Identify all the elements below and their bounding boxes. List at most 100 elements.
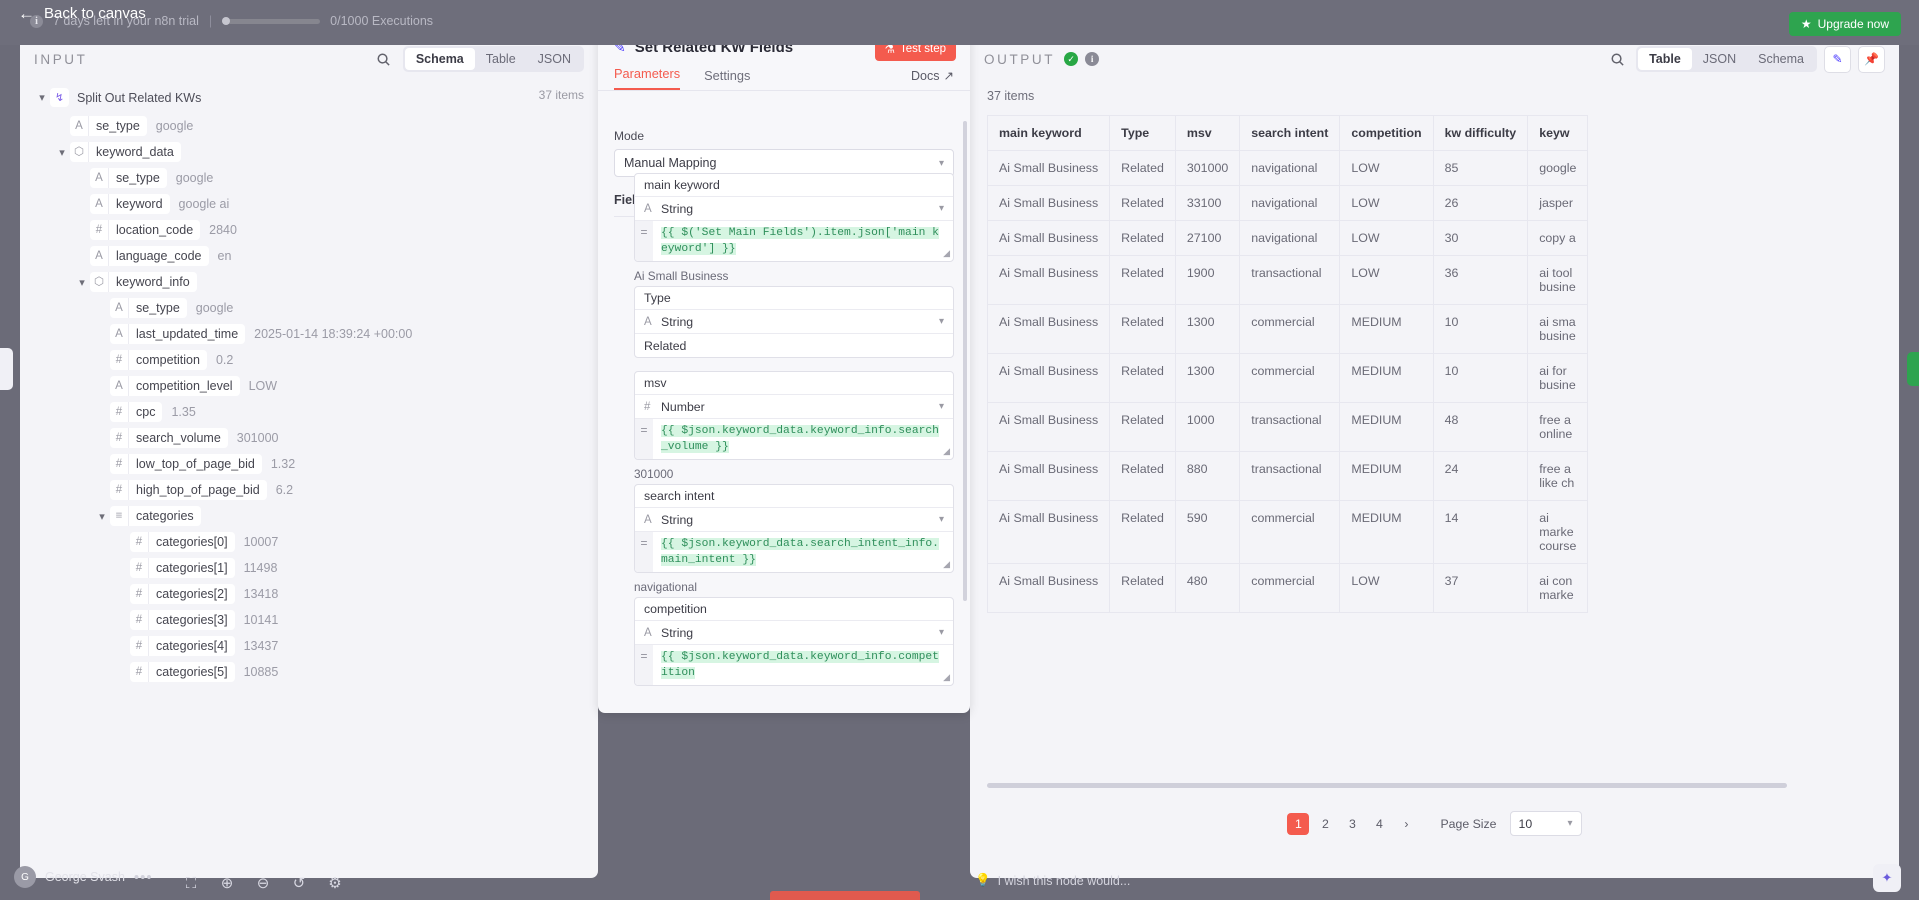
tab-settings[interactable]: Settings bbox=[704, 68, 750, 90]
ai-assistant-button[interactable]: ✦ bbox=[1873, 864, 1901, 892]
field-type-select[interactable]: A String ▾ bbox=[635, 197, 953, 221]
field-value-input[interactable]: Related bbox=[635, 334, 953, 357]
edit-output-button[interactable]: ✎ bbox=[1824, 45, 1851, 73]
search-icon[interactable] bbox=[1604, 46, 1630, 72]
right-panel-handle[interactable] bbox=[1907, 352, 1919, 386]
search-icon[interactable] bbox=[371, 46, 397, 72]
schema-row[interactable]: Ase_type google bbox=[34, 295, 584, 321]
schema-row[interactable]: # low_top_of_page_bid 1.32 bbox=[34, 451, 584, 477]
schema-field-pill[interactable]: # low_top_of_page_bid bbox=[110, 454, 262, 474]
zoom-out-icon[interactable]: ⊖ bbox=[252, 874, 274, 892]
next-page-button[interactable]: › bbox=[1395, 813, 1417, 835]
user-menu-button[interactable]: ••• bbox=[134, 869, 153, 886]
back-to-canvas-button[interactable]: ← Back to canvas bbox=[18, 5, 146, 22]
input-source-node[interactable]: ▾ ↯ Split Out Related KWs bbox=[20, 88, 598, 107]
expression-input[interactable]: {{ $json.keyword_data.keyword_info.searc… bbox=[653, 419, 953, 459]
schema-field-pill[interactable]: Akeyword bbox=[90, 194, 170, 214]
schema-field-pill[interactable]: Alast_updated_time bbox=[110, 324, 246, 344]
upgrade-now-button[interactable]: ★ Upgrade now bbox=[1788, 12, 1901, 36]
docs-link[interactable]: Docs ↗ bbox=[911, 68, 954, 84]
schema-row[interactable]: Alanguage_code en bbox=[34, 243, 584, 269]
page-size-select[interactable]: 10 ▾ bbox=[1509, 811, 1582, 836]
schema-field-pill[interactable]: # categories[0] bbox=[130, 532, 235, 552]
output-tab-table[interactable]: Table bbox=[1638, 48, 1692, 70]
schema-row[interactable]: # categories[1] 11498 bbox=[34, 555, 584, 581]
schema-field-pill[interactable]: Ase_type bbox=[90, 168, 167, 188]
field-type-select[interactable]: A String ▾ bbox=[635, 310, 953, 334]
schema-field-pill[interactable]: # categories[5] bbox=[130, 662, 235, 682]
schema-field-pill[interactable]: # cpc bbox=[110, 402, 163, 422]
expression-input[interactable]: {{ $json.keyword_data.keyword_info.compe… bbox=[653, 645, 953, 685]
field-name-input[interactable]: msv bbox=[635, 372, 953, 395]
schema-field-pill[interactable]: Alanguage_code bbox=[90, 246, 209, 266]
output-tab-schema[interactable]: Schema bbox=[1747, 48, 1815, 70]
field-name-input[interactable]: competition bbox=[635, 598, 953, 621]
schema-row[interactable]: # categories[5] 10885 bbox=[34, 659, 584, 685]
schema-field-pill[interactable]: Ase_type bbox=[110, 298, 187, 318]
expression-input[interactable]: {{ $json.keyword_data.search_intent_info… bbox=[653, 532, 953, 572]
schema-row[interactable]: Ase_type google bbox=[34, 165, 584, 191]
expression-input[interactable]: {{ $('Set Main Fields').item.json['main … bbox=[653, 221, 953, 261]
schema-row[interactable]: # cpc 1.35 bbox=[34, 399, 584, 425]
schema-row[interactable]: # categories[4] 13437 bbox=[34, 633, 584, 659]
schema-field-pill[interactable]: ≡ categories bbox=[110, 506, 201, 526]
schema-row[interactable]: # categories[0] 10007 bbox=[34, 529, 584, 555]
schema-field-pill[interactable]: # categories[3] bbox=[130, 610, 235, 630]
schema-row[interactable]: ▾ ⬡ keyword_data bbox=[34, 139, 584, 165]
zoom-in-icon[interactable]: ⊕ bbox=[216, 874, 238, 892]
reset-zoom-icon[interactable]: ↺ bbox=[288, 874, 310, 892]
schema-row[interactable]: # search_volume 301000 bbox=[34, 425, 584, 451]
schema-field-pill[interactable]: # categories[4] bbox=[130, 636, 235, 656]
expression-toggle[interactable]: = bbox=[635, 532, 653, 572]
page-button-1[interactable]: 1 bbox=[1287, 812, 1310, 835]
schema-field-pill[interactable]: # high_top_of_page_bid bbox=[110, 480, 267, 500]
field-type-select[interactable]: A String ▾ bbox=[635, 621, 953, 645]
field-type-select[interactable]: A String ▾ bbox=[635, 508, 953, 532]
input-tab-table[interactable]: Table bbox=[475, 48, 527, 70]
fit-view-icon[interactable]: ⛶ bbox=[180, 875, 202, 892]
expression-toggle[interactable]: = bbox=[635, 221, 653, 261]
schema-row[interactable]: # categories[2] 13418 bbox=[34, 581, 584, 607]
schema-field-pill[interactable]: Acompetition_level bbox=[110, 376, 240, 396]
page-button-2[interactable]: 2 bbox=[1314, 813, 1336, 835]
schema-row[interactable]: ▾ ≡ categories bbox=[34, 503, 584, 529]
field-type-select[interactable]: # Number ▾ bbox=[635, 395, 953, 419]
resize-handle-icon[interactable]: ◢ bbox=[943, 446, 950, 457]
field-name-input[interactable]: search intent bbox=[635, 485, 953, 508]
chevron-down-icon[interactable]: ▾ bbox=[34, 91, 50, 104]
schema-row[interactable]: Acompetition_level LOW bbox=[34, 373, 584, 399]
input-tab-schema[interactable]: Schema bbox=[404, 48, 475, 70]
schema-field-pill[interactable]: Ase_type bbox=[70, 116, 147, 136]
schema-field-pill[interactable]: ⬡ keyword_info bbox=[90, 272, 197, 292]
ai-chat-hint[interactable]: 💡 I wish this node would... bbox=[975, 873, 1130, 888]
schema-row[interactable]: # categories[3] 10141 bbox=[34, 607, 584, 633]
page-button-3[interactable]: 3 bbox=[1341, 813, 1363, 835]
expression-toggle[interactable]: = bbox=[635, 419, 653, 459]
schema-row[interactable]: ▾ ⬡ keyword_info bbox=[34, 269, 584, 295]
chevron-down-icon[interactable]: ▾ bbox=[74, 276, 90, 289]
input-tab-json[interactable]: JSON bbox=[527, 48, 582, 70]
resize-handle-icon[interactable]: ◢ bbox=[943, 559, 950, 570]
schema-field-pill[interactable]: # search_volume bbox=[110, 428, 228, 448]
schema-row[interactable]: # high_top_of_page_bid 6.2 bbox=[34, 477, 584, 503]
schema-row[interactable]: # competition 0.2 bbox=[34, 347, 584, 373]
info-icon[interactable]: i bbox=[1085, 52, 1100, 66]
schema-row[interactable]: Akeyword google ai bbox=[34, 191, 584, 217]
expression-toggle[interactable]: = bbox=[635, 645, 653, 685]
schema-row[interactable]: # location_code 2840 bbox=[34, 217, 584, 243]
schema-field-pill[interactable]: # categories[2] bbox=[130, 584, 235, 604]
tidy-up-icon[interactable]: ⚙ bbox=[324, 874, 346, 892]
schema-field-pill[interactable]: ⬡ keyword_data bbox=[70, 142, 181, 162]
pin-data-button[interactable]: 📌 bbox=[1858, 45, 1885, 73]
left-panel-handle[interactable] bbox=[0, 348, 13, 390]
resize-handle-icon[interactable]: ◢ bbox=[943, 248, 950, 259]
horizontal-scrollbar[interactable] bbox=[987, 783, 1787, 788]
avatar[interactable]: G bbox=[14, 866, 36, 888]
schema-field-pill[interactable]: # location_code bbox=[90, 220, 201, 240]
modal-scrollbar[interactable] bbox=[963, 121, 967, 601]
field-name-input[interactable]: Type bbox=[635, 287, 953, 310]
resize-handle-icon[interactable]: ◢ bbox=[943, 672, 950, 683]
page-button-4[interactable]: 4 bbox=[1368, 813, 1390, 835]
schema-field-pill[interactable]: # competition bbox=[110, 350, 207, 370]
schema-row[interactable]: Alast_updated_time 2025-01-14 18:39:24 +0… bbox=[34, 321, 584, 347]
